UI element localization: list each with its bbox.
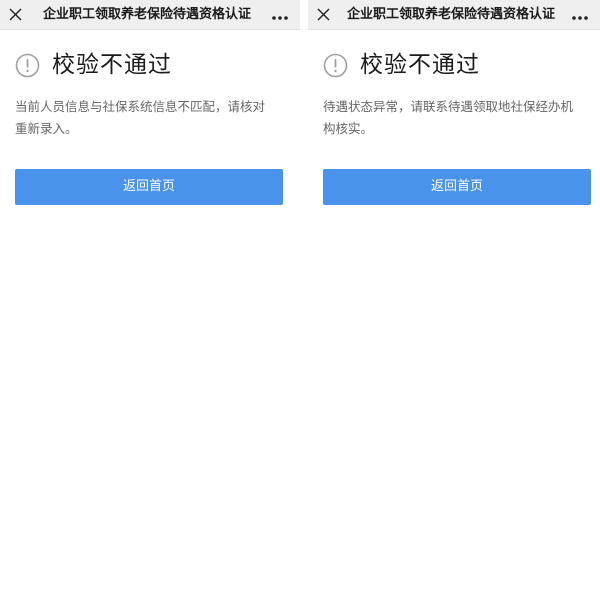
result-title: 校验不通过 — [360, 52, 480, 78]
more-button[interactable] — [266, 3, 294, 27]
page-title: 企业职工领取养老保险待遇资格认证 — [42, 7, 251, 22]
screen-left: 企业职工领取养老保险待遇资格认证 校验不通过 当前人员信息与社保系统信息不匹配，… — [0, 0, 300, 600]
page-title: 企业职工领取养老保险待遇资格认证 — [346, 7, 555, 22]
return-home-button[interactable]: 返回首页 — [323, 169, 591, 205]
screen-right: 企业职工领取养老保险待遇资格认证 校验不通过 待遇状态异常，请联系待遇领取地社保… — [300, 0, 600, 600]
result-heading: 校验不通过 — [15, 50, 172, 80]
close-icon — [317, 6, 330, 25]
return-home-button[interactable]: 返回首页 — [15, 169, 283, 205]
close-button[interactable] — [311, 3, 335, 27]
more-icon — [271, 6, 289, 25]
more-button[interactable] — [566, 3, 594, 27]
alert-circle-icon — [323, 53, 348, 78]
alert-circle-icon — [15, 53, 40, 78]
title-bar: 企业职工领取养老保险待遇资格认证 — [0, 0, 300, 30]
result-message: 当前人员信息与社保系统信息不匹配，请核对重新录入。 — [15, 99, 266, 136]
close-button[interactable] — [3, 3, 27, 27]
result-title: 校验不通过 — [52, 52, 172, 78]
more-icon — [571, 6, 589, 25]
title-bar: 企业职工领取养老保险待遇资格认证 — [308, 0, 600, 30]
screens-container: 企业职工领取养老保险待遇资格认证 校验不通过 当前人员信息与社保系统信息不匹配，… — [0, 0, 600, 600]
result-message: 待遇状态异常，请联系待遇领取地社保经办机构核实。 — [323, 99, 574, 136]
result-heading: 校验不通过 — [323, 50, 480, 80]
close-icon — [9, 6, 22, 25]
